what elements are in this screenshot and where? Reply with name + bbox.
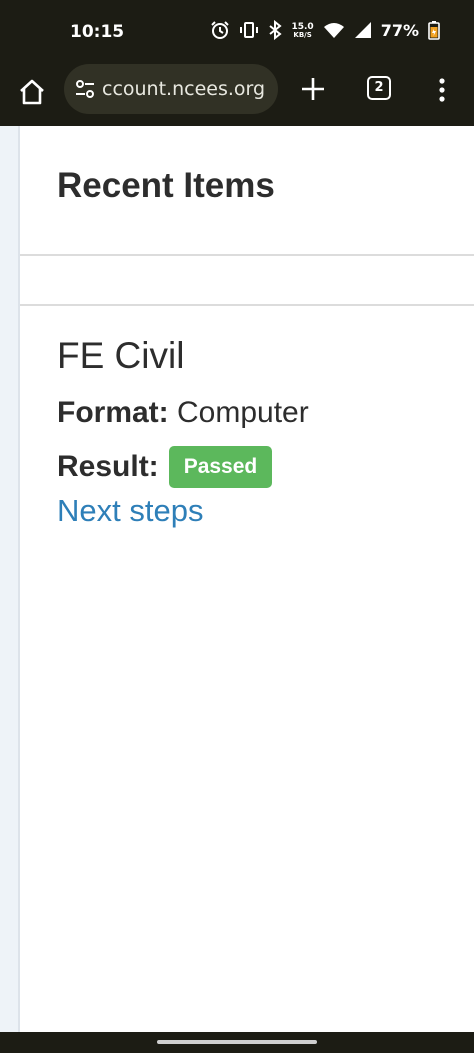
net-speed: 15.0 KB/S — [291, 22, 313, 39]
divider — [20, 304, 474, 306]
status-bar: 10:15 15.0 KB/S 77% — [0, 0, 474, 62]
more-vert-icon[interactable] — [432, 76, 452, 104]
bluetooth-icon — [268, 20, 283, 40]
result-row: Result: Passed — [57, 446, 273, 488]
status-time: 10:15 — [70, 22, 125, 42]
navigation-bar — [0, 1032, 474, 1053]
status-icons: 15.0 KB/S 77% — [210, 20, 440, 40]
result-label: Result: — [57, 450, 159, 483]
status-badge: Passed — [168, 446, 273, 488]
net-speed-value: 15.0 — [291, 21, 314, 32]
url-text: ccount.ncees.org — [102, 78, 266, 100]
tab-count-button[interactable]: 2 — [367, 76, 391, 100]
left-rail — [0, 126, 20, 1032]
format-row: Format: Computer — [57, 396, 309, 430]
exam-title: FE Civil — [57, 335, 185, 376]
divider — [20, 254, 474, 256]
battery-percent: 77% — [380, 20, 419, 40]
address-bar[interactable]: ccount.ncees.org — [64, 64, 278, 114]
wifi-icon — [323, 21, 345, 39]
net-speed-unit: KB/S — [293, 30, 312, 39]
site-settings-icon[interactable] — [74, 78, 96, 105]
alarm-icon — [210, 20, 230, 40]
home-icon[interactable] — [16, 76, 48, 108]
next-steps-link[interactable]: Next steps — [57, 493, 203, 529]
format-label: Format: — [57, 396, 169, 429]
format-value: Computer — [177, 396, 309, 429]
plus-icon[interactable] — [298, 74, 328, 104]
section-title: Recent Items — [57, 166, 275, 205]
browser-toolbar: ccount.ncees.org 2 — [0, 62, 474, 126]
signal-icon — [354, 21, 372, 39]
vibrate-icon — [239, 20, 259, 40]
page-content: Recent Items FE Civil Format: Computer R… — [0, 126, 474, 1032]
gesture-handle[interactable] — [157, 1040, 317, 1044]
battery-icon — [428, 20, 440, 40]
